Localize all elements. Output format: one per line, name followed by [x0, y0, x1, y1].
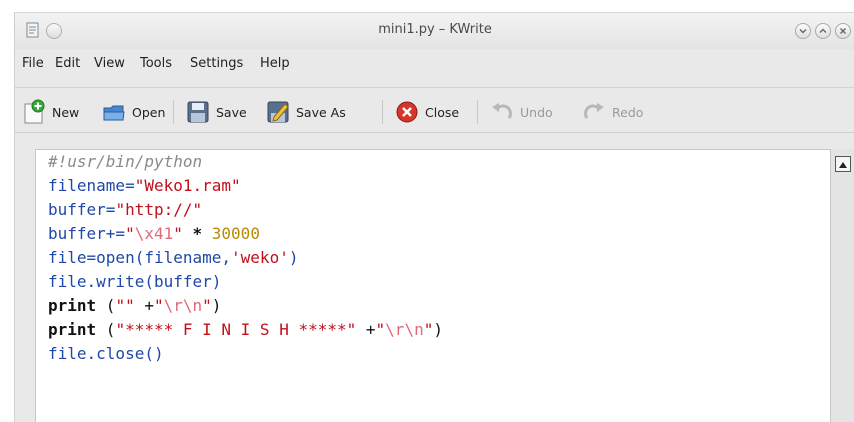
code-string: ": [153, 296, 164, 315]
undo-label: Undo: [520, 104, 553, 120]
scroll-up-button[interactable]: [835, 156, 851, 172]
code-plain: +: [134, 296, 154, 315]
menu-view[interactable]: View: [94, 56, 125, 71]
code-line[interactable]: print ("***** F I N I S H *****" +"\r\n"…: [48, 318, 443, 342]
toolbar-separator: [173, 100, 174, 124]
code-plain: ): [433, 320, 443, 339]
undo-button[interactable]: Undo: [489, 98, 553, 126]
kwrite-window: mini1.py – KWrite File Edit View Tools S…: [14, 12, 854, 422]
redo-icon: [584, 103, 604, 119]
code-identifier: ): [288, 248, 299, 267]
save-label: Save: [216, 104, 247, 120]
title-bar[interactable]: mini1.py – KWrite: [15, 13, 854, 49]
vertical-scrollbar[interactable]: [830, 149, 854, 422]
main-toolbar: New Open Save Save As Close Undo Redo: [15, 87, 854, 133]
chevron-down-icon: [799, 29, 807, 34]
window-title: mini1.py – KWrite: [378, 22, 492, 37]
chevron-up-icon: [819, 28, 827, 33]
code-identifier: buffer=: [48, 200, 116, 219]
code-plain: (: [96, 296, 116, 315]
code-identifier: file.close(): [48, 344, 164, 363]
code-line[interactable]: file=open(filename,'weko'): [48, 246, 298, 270]
new-label: New: [52, 104, 80, 120]
close-button[interactable]: Close: [394, 98, 459, 126]
code-string: "***** F I N I S H *****": [115, 320, 357, 339]
code-keyword: print: [48, 320, 97, 339]
code-line[interactable]: file.close(): [48, 342, 164, 366]
close-circle-icon: [396, 101, 418, 123]
undo-icon: [492, 103, 512, 119]
code-string: ": [125, 224, 135, 243]
open-label: Open: [132, 104, 166, 120]
code-identifier: buffer+=: [48, 224, 126, 243]
redo-button[interactable]: Redo: [581, 98, 643, 126]
code-escape: \r\n: [163, 296, 203, 315]
code-comment: #!usr/bin/python: [48, 152, 203, 171]
code-string: ": [202, 296, 212, 315]
code-line[interactable]: file.write(buffer): [48, 270, 221, 294]
redo-label: Redo: [612, 104, 644, 120]
toolbar-separator: [382, 100, 383, 124]
save-as-label: Save As: [296, 104, 346, 120]
save-as-icon: [267, 101, 289, 123]
menu-edit[interactable]: Edit: [55, 56, 80, 71]
code-identifier: file=open(filename,: [48, 248, 232, 267]
code-string: 'weko': [231, 248, 289, 267]
code-plain: (: [96, 320, 116, 339]
code-string: ": [423, 320, 434, 339]
code-operator: *: [182, 224, 212, 243]
code-string: ": [375, 320, 386, 339]
save-disk-icon: [187, 101, 209, 123]
code-identifier: filename=: [48, 176, 135, 195]
code-line[interactable]: filename="Weko1.ram": [48, 174, 241, 198]
code-plain: ): [211, 296, 222, 315]
close-label: Close: [425, 104, 460, 120]
code-line[interactable]: #!usr/bin/python: [48, 150, 202, 174]
open-button[interactable]: Open: [101, 98, 165, 126]
code-escape: \x41: [134, 224, 174, 243]
code-identifier: file.write(buffer): [48, 272, 222, 291]
code-plain: +: [356, 320, 376, 339]
close-window-button[interactable]: [835, 23, 851, 39]
save-button[interactable]: Save: [185, 98, 247, 126]
menu-file[interactable]: File: [22, 56, 44, 71]
toolbar-separator: [477, 100, 478, 124]
code-line[interactable]: buffer="http://": [48, 198, 202, 222]
menu-settings[interactable]: Settings: [190, 56, 243, 71]
code-line[interactable]: print ("" +"\r\n"): [48, 294, 221, 318]
text-editor[interactable]: #!usr/bin/python filename="Weko1.ram" bu…: [35, 149, 831, 422]
maximize-button[interactable]: [815, 23, 831, 39]
menu-tools[interactable]: Tools: [140, 56, 172, 71]
code-string: "": [115, 296, 135, 315]
code-string: "http://": [115, 200, 203, 219]
code-string: "Weko1.ram": [134, 176, 241, 195]
code-keyword: print: [48, 296, 97, 315]
triangle-up-icon: [839, 162, 847, 168]
open-folder-icon: [103, 105, 125, 121]
code-escape: \r\n: [385, 320, 424, 339]
save-as-button[interactable]: Save As: [265, 98, 346, 126]
code-number: 30000: [211, 224, 260, 243]
code-string: ": [173, 224, 183, 243]
menu-help[interactable]: Help: [260, 56, 290, 71]
code-line[interactable]: buffer+="\x41" * 30000: [48, 222, 260, 246]
menu-bar: File Edit View Tools Settings Help: [15, 53, 854, 77]
new-button[interactable]: New: [21, 98, 79, 126]
close-icon: [840, 28, 846, 34]
minimize-button[interactable]: [795, 23, 811, 39]
new-document-icon: [24, 99, 45, 124]
